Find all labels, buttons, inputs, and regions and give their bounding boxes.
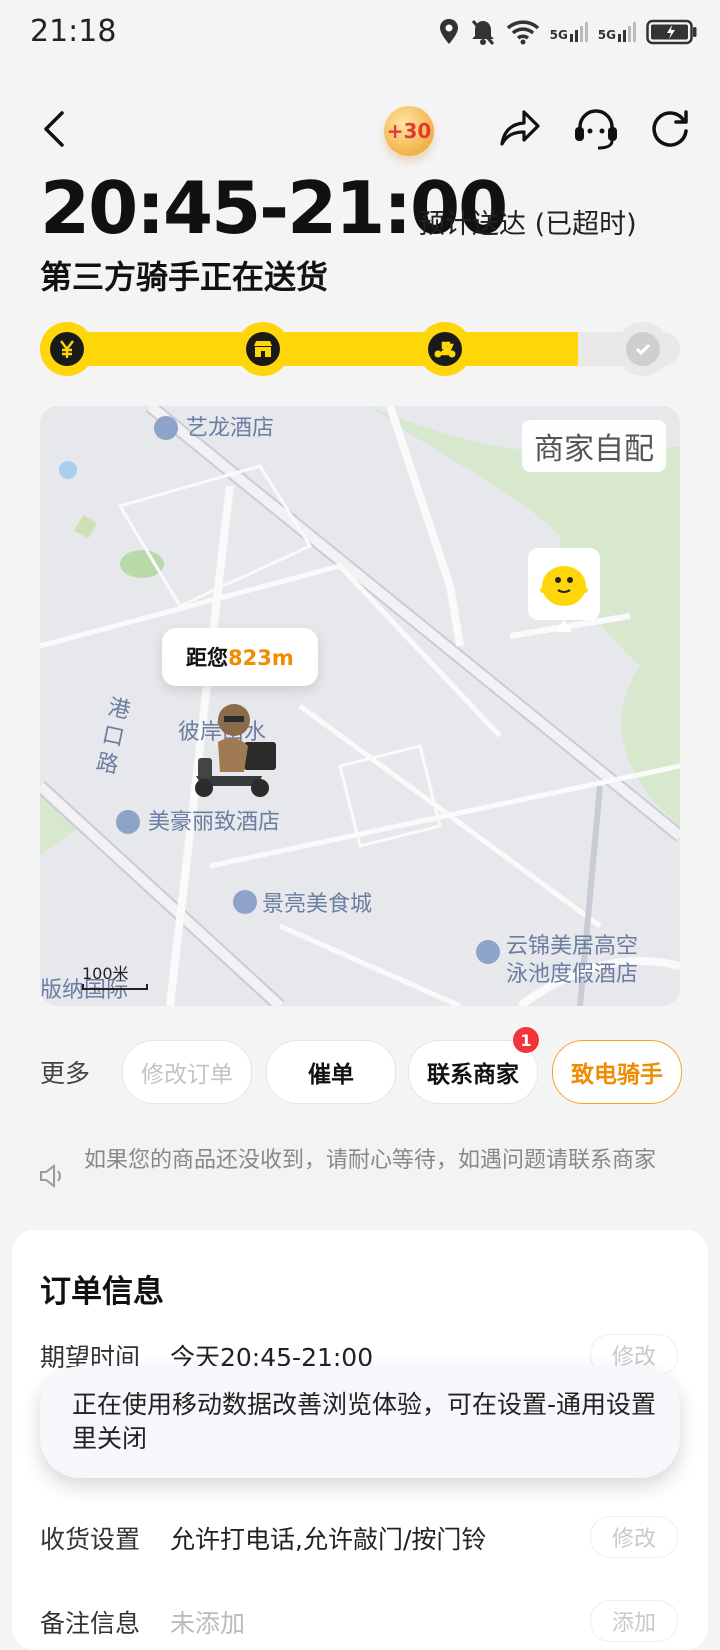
status-icons: 5G 5G [438,18,698,46]
order-info-title: 订单信息 [40,1274,164,1310]
share-icon [500,110,540,146]
step-paid [40,322,94,376]
mute-bell-icon [471,20,494,45]
signal-5g-icon-2: 5G [598,22,636,42]
rider-scooter-icon[interactable] [182,702,282,802]
step-store [236,322,290,376]
top-bar [0,96,720,166]
map-label-hotel2: 美豪丽致酒店 [148,810,281,835]
notification-badge: 1 [513,1027,539,1053]
mobile-data-toast: 正在使用移动数据改善浏览体验，可在设置-通用设置里关闭 [40,1366,680,1478]
delivery-map[interactable]: 艺龙酒店 港口路 彼岸山水 美豪丽致酒店 景亮美食城 云锦美居高空 泳池度假酒店… [40,406,680,1006]
yen-icon [60,340,74,358]
map-scale: 100米 [82,960,148,990]
refresh-icon [652,110,688,147]
receive-settings-value: 允许打电话,允许敲门/按门铃 [170,1525,487,1554]
scooter-icon [434,341,456,358]
progress-fill [40,332,578,366]
toast-text: 正在使用移动数据改善浏览体验，可在设置-通用设置里关闭 [72,1390,657,1453]
merchant-delivery-badge: 商家自配 [522,420,666,472]
receive-settings-label: 收货设置 [40,1525,141,1554]
modify-order-button[interactable]: 修改订单 [122,1040,252,1104]
status-bar: 21:18 5G 5G [0,0,720,70]
store-icon [254,341,272,357]
contact-merchant-label: 联系商家 [427,1062,519,1088]
contact-merchant-button[interactable]: 联系商家 1 [408,1027,539,1104]
remark-label: 备注信息 [40,1609,141,1638]
distance-prefix: 距您 [186,646,228,670]
customer-service-button[interactable] [568,100,624,156]
map-label-resort-2: 泳池度假酒店 [506,962,639,987]
status-time: 21:18 [30,14,117,49]
headset-icon [575,109,617,150]
distance-bubble: 距您823m [162,628,318,686]
add-remark-button[interactable]: 添加 [590,1600,678,1642]
battery-icon [646,19,697,45]
back-button[interactable] [30,104,80,154]
step-delivered [616,322,670,376]
step-rider [418,322,472,376]
eta-note: 预计送达 (已超时) [418,209,637,240]
signal-5g-icon: 5G [550,22,588,42]
share-button[interactable] [494,102,546,154]
modify-receive-settings-button[interactable]: 修改 [590,1516,678,1558]
notice-text: 如果您的商品还没收到，请耐心等待，如遇问题请联系商家 [84,1148,657,1173]
remark-value: 未添加 [170,1609,246,1638]
wifi-icon [506,20,539,45]
check-shield-icon [635,343,651,356]
location-icon [439,19,458,44]
reward-coin-badge[interactable]: +30 [384,106,434,156]
delivery-status-title: 第三方骑手正在送货 [40,258,329,296]
distance-value: 823m [228,646,294,670]
urge-order-button[interactable]: 催单 [266,1040,396,1104]
destination-mascot-icon[interactable] [526,546,602,634]
map-label-hotel1: 艺龙酒店 [186,416,275,441]
delivery-progress [40,318,680,380]
speaker-icon [40,1164,61,1188]
more-label: 更多 [40,1059,91,1088]
map-label-food: 景亮美食城 [262,892,373,917]
refresh-button[interactable] [644,102,696,154]
coin-label: +30 [386,119,432,143]
notice-banner: 如果您的商品还没收到，请耐心等待，如遇问题请联系商家 [12,1138,708,1218]
back-arrow-icon [44,111,64,147]
call-rider-button[interactable]: 致电骑手 [552,1040,682,1104]
